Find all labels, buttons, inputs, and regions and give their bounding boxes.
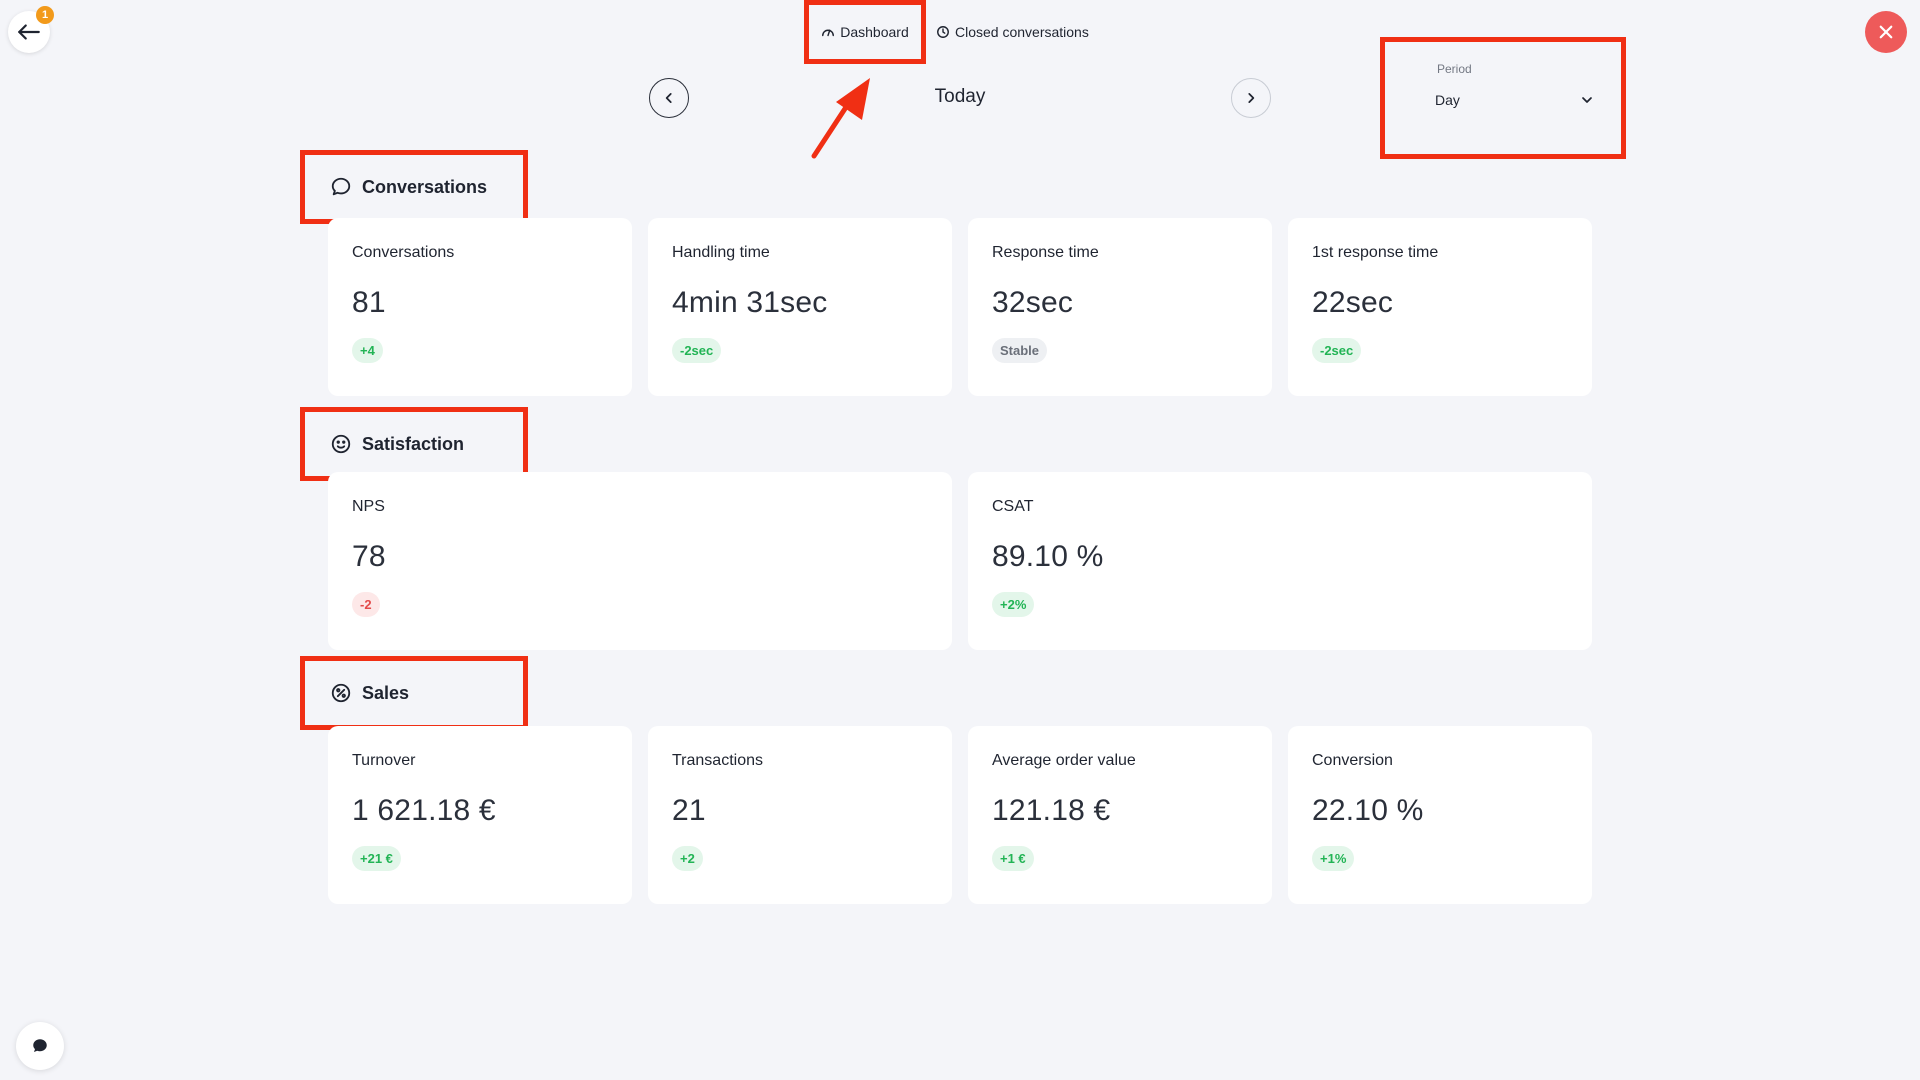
period-label: Period [1437,62,1472,76]
chat-bubble-icon [331,177,351,196]
card-first-response-time: 1st response time 22sec -2sec [1288,218,1592,396]
card-title: Average order value [992,752,1136,769]
card-conversations: Conversations 81 +4 [328,218,632,396]
delta-badge: +1 € [992,846,1034,871]
chevron-left-icon [665,93,672,103]
chat-bubble-icon [33,1039,47,1052]
card-title: 1st response time [1312,244,1439,261]
card-title: Turnover [352,752,416,769]
delta-badge: -2sec [1312,338,1362,363]
card-title: Response time [992,244,1099,261]
top-tabs: Dashboard Closed conversations [804,0,1099,64]
card-value: 32sec [992,286,1074,319]
card-average-order-value: Average order value 121.18 € +1 € [968,726,1272,904]
section-conversations-title: Conversations [362,176,488,197]
delta-badge: +21 € [352,846,401,871]
card-handling-time: Handling time 4min 31sec -2sec [648,218,952,396]
close-button[interactable] [1865,11,1907,53]
card-response-time: Response time 32sec Stable [968,218,1272,396]
delta-badge: +2 [672,846,703,871]
card-value: 89.10 % [992,540,1104,573]
card-title: CSAT [992,498,1034,515]
tab-closed-conversations[interactable]: Closed conversations [926,0,1099,64]
section-satisfaction-header: Satisfaction [300,407,528,481]
tab-dashboard[interactable]: Dashboard [804,0,926,64]
back-button[interactable]: 1 [8,6,54,53]
chat-launcher-button[interactable] [16,1022,64,1070]
next-period-button[interactable] [1231,78,1271,118]
notification-badge: 1 [36,6,54,24]
arrow-left-icon [18,24,40,40]
close-icon [1879,25,1893,39]
card-csat: CSAT 89.10 % +2% [968,472,1592,650]
tab-closed-conversations-label: Closed conversations [955,24,1089,40]
card-turnover: Turnover 1 621.18 € +21 € [328,726,632,904]
card-nps: NPS 78 -2 [328,472,952,650]
card-conversion: Conversion 22.10 % +1% [1288,726,1592,904]
card-value: 78 [352,540,386,573]
card-value: 22sec [1312,286,1394,319]
tab-dashboard-label: Dashboard [840,24,909,40]
card-title: Conversations [352,244,455,261]
card-value: 81 [352,286,386,319]
section-sales-header: Sales [300,656,528,730]
card-value: 1 621.18 € [352,794,496,827]
period-selected-value: Day [1435,92,1460,108]
delta-badge: +1% [1312,846,1355,871]
current-date-label: Today [934,86,986,107]
period-select[interactable]: Day [1435,92,1595,108]
card-value: 121.18 € [992,794,1111,827]
section-satisfaction-title: Satisfaction [362,433,465,454]
card-value: 4min 31sec [672,286,828,319]
delta-badge: +2% [992,592,1035,617]
chevron-right-icon [1248,93,1255,103]
card-title: NPS [352,498,385,515]
card-transactions: Transactions 21 +2 [648,726,952,904]
card-title: Transactions [672,752,763,769]
dashboard-gauge-icon [822,29,835,37]
card-value: 21 [672,794,706,827]
card-title: Conversion [1312,752,1393,769]
delta-badge: +4 [352,338,383,363]
annotation-arrow-icon [811,78,870,159]
previous-period-button[interactable] [649,78,689,118]
card-value: 22.10 % [1312,794,1424,827]
card-title: Handling time [672,244,770,261]
percent-icon [331,683,351,703]
delta-badge: -2sec [672,338,722,363]
period-select-container: Period Day [1380,37,1626,159]
smiley-icon [331,434,351,454]
clock-icon [937,26,949,38]
chevron-down-icon [1582,97,1592,103]
delta-badge: -2 [352,592,380,617]
section-sales-title: Sales [362,682,410,703]
section-conversations-header: Conversations [300,150,528,224]
delta-badge: Stable [992,338,1048,363]
